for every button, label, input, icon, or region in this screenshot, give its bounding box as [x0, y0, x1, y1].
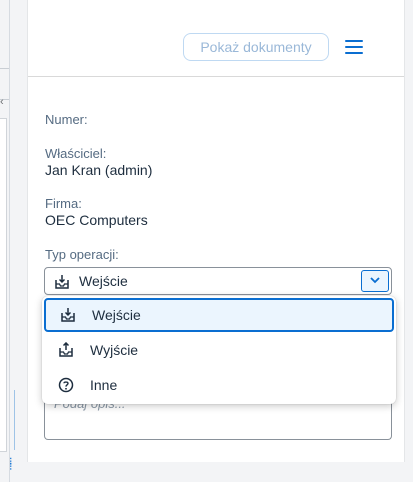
operation-type-label: Typ operacji: [45, 247, 119, 262]
owner-value: Jan Kran (admin) [45, 162, 153, 178]
option-label: Wyjście [90, 342, 139, 358]
operation-type-value: Wejście [79, 273, 128, 289]
option-wejscie[interactable]: Wejście [44, 298, 394, 332]
left-splitter: ‹ ⁝ ⁝ [0, 0, 15, 482]
chevron-left-icon[interactable]: ‹ [0, 96, 4, 108]
option-label: Wejście [92, 307, 141, 323]
card-toolbar: Pokaż dokumenty [28, 0, 404, 77]
owner-label: Właściciel: [45, 146, 107, 161]
operation-type-select[interactable]: Wejście [44, 267, 392, 295]
inbox-out-icon [59, 342, 73, 357]
operation-type-popover: Wejście Wyjście Inne [42, 296, 396, 404]
option-inne[interactable]: Inne [42, 368, 396, 402]
left-panel-edge [0, 118, 7, 452]
company-label: Firma: [45, 196, 82, 211]
company-value: OEC Computers [45, 212, 148, 228]
number-label: Numer: [45, 112, 88, 127]
option-label: Inne [90, 377, 118, 393]
inbox-in-icon [55, 275, 69, 289]
show-documents-button[interactable]: Pokaż dokumenty [183, 33, 329, 61]
inbox-in-icon [61, 308, 75, 322]
chevron-down-icon [370, 277, 380, 284]
option-wyjscie[interactable]: Wyjście [42, 333, 396, 367]
resize-grip-icon[interactable]: ⁝ ⁝ [9, 457, 17, 480]
hamburger-menu-icon[interactable] [344, 38, 366, 56]
question-circle-icon [58, 377, 74, 393]
dropdown-toggle-button[interactable] [361, 270, 389, 292]
accent-line [14, 390, 15, 450]
